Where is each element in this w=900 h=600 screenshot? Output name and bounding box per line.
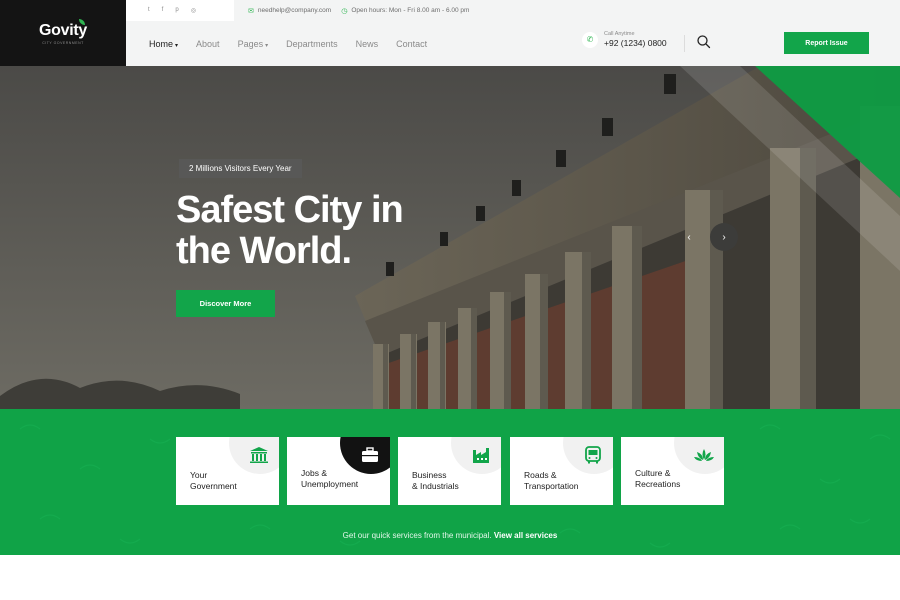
- service-card-label: Roads & Transportation: [524, 470, 579, 491]
- call-anytime[interactable]: ✆ Call Anytime +92 (1234) 0800: [582, 31, 667, 48]
- email-link[interactable]: ✉ needhelp@company.com: [248, 7, 331, 15]
- instagram-icon[interactable]: ◎: [191, 7, 196, 14]
- bus-icon: [585, 446, 601, 464]
- phone-icon: ✆: [582, 31, 598, 48]
- clock-icon: ◷: [341, 7, 348, 15]
- services-text: Get our quick services from the municipa…: [342, 531, 492, 540]
- services-cta-text: Get our quick services from the municipa…: [0, 531, 900, 540]
- visitors-badge: 2 Millions Visitors Every Year: [179, 159, 302, 178]
- contact-info: ✉ needhelp@company.com ◷ Open hours: Mon…: [234, 0, 900, 21]
- pinterest-icon[interactable]: p: [175, 7, 178, 14]
- nav-item-about[interactable]: About: [196, 39, 220, 49]
- twitter-icon[interactable]: t: [148, 7, 150, 14]
- hours-text: Open hours: Mon - Fri 8.00 am - 6.00 pm: [351, 7, 470, 14]
- service-card-culture[interactable]: Culture & Recreations: [621, 437, 724, 505]
- nav-label: Home: [149, 38, 174, 49]
- social-links: t f p ◎: [126, 7, 236, 14]
- envelope-icon: ✉: [248, 7, 254, 15]
- slider-prev-icon[interactable]: ‹: [675, 223, 703, 251]
- view-all-services-link[interactable]: View all services: [494, 531, 557, 540]
- chevron-down-icon: ▾: [175, 42, 179, 49]
- discover-more-button[interactable]: Discover More: [176, 290, 275, 317]
- service-card-jobs[interactable]: Jobs & Unemployment: [287, 437, 390, 505]
- hero-slider: 2 Millions Visitors Every Year Safest Ci…: [0, 66, 900, 409]
- nav-divider: [684, 35, 685, 52]
- factory-icon: [473, 448, 489, 463]
- email-text: needhelp@company.com: [257, 7, 332, 14]
- lotus-icon: [694, 449, 714, 461]
- hero-title-line: the World.: [176, 230, 352, 272]
- hero-background-image: [0, 66, 900, 409]
- nav-item-news[interactable]: News: [356, 39, 379, 49]
- service-card-label: Culture & Recreations: [635, 468, 681, 489]
- nav-label: Pages: [237, 38, 264, 49]
- slider-next-icon[interactable]: ›: [710, 223, 738, 251]
- nav-label: Contact: [396, 38, 428, 49]
- call-number: +92 (1234) 0800: [604, 38, 667, 48]
- government-building-icon: [250, 447, 268, 463]
- facebook-icon[interactable]: f: [162, 7, 164, 14]
- top-bar: t f p ◎ ✉ needhelp@company.com ◷ Open ho…: [126, 0, 900, 21]
- service-card-government[interactable]: Your Government: [176, 437, 279, 505]
- report-issue-button[interactable]: Report Issue: [784, 32, 869, 54]
- service-card-label: Business & Industrials: [412, 470, 459, 491]
- hero-title-line: Safest City in: [176, 189, 404, 231]
- hero-title: Safest City in the World.: [176, 189, 404, 272]
- brand-tagline: CITY GOVERNMENT: [42, 40, 84, 45]
- briefcase-icon: [362, 447, 378, 462]
- logo[interactable]: Govity CITY GOVERNMENT: [0, 0, 126, 66]
- nav-menu: Home ▾ About Pages ▾ Departments News Cont…: [126, 39, 427, 49]
- service-card-business[interactable]: Business & Industrials: [398, 437, 501, 505]
- nav-item-departments[interactable]: Departments: [286, 39, 338, 49]
- nav-label: About: [196, 38, 220, 49]
- nav-item-pages[interactable]: Pages ▾: [238, 39, 269, 49]
- brand-name: Govity: [39, 21, 87, 39]
- chevron-down-icon: ▾: [265, 42, 269, 49]
- main-nav: Home ▾ About Pages ▾ Departments News Cont…: [126, 21, 900, 66]
- nav-label: Departments: [286, 38, 338, 49]
- nav-item-contact[interactable]: Contact: [396, 39, 427, 49]
- service-card-label: Your Government: [190, 470, 237, 491]
- search-icon[interactable]: [696, 34, 712, 50]
- nav-label: News: [355, 38, 379, 49]
- call-label: Call Anytime: [604, 31, 635, 37]
- nav-item-home[interactable]: Home ▾: [149, 39, 178, 49]
- quick-services: Your Government Jobs & Unemployment Busi…: [0, 409, 900, 555]
- service-card-roads[interactable]: Roads & Transportation: [510, 437, 613, 505]
- service-card-label: Jobs & Unemployment: [301, 468, 359, 489]
- open-hours: ◷ Open hours: Mon - Fri 8.00 am - 6.00 p…: [341, 7, 469, 15]
